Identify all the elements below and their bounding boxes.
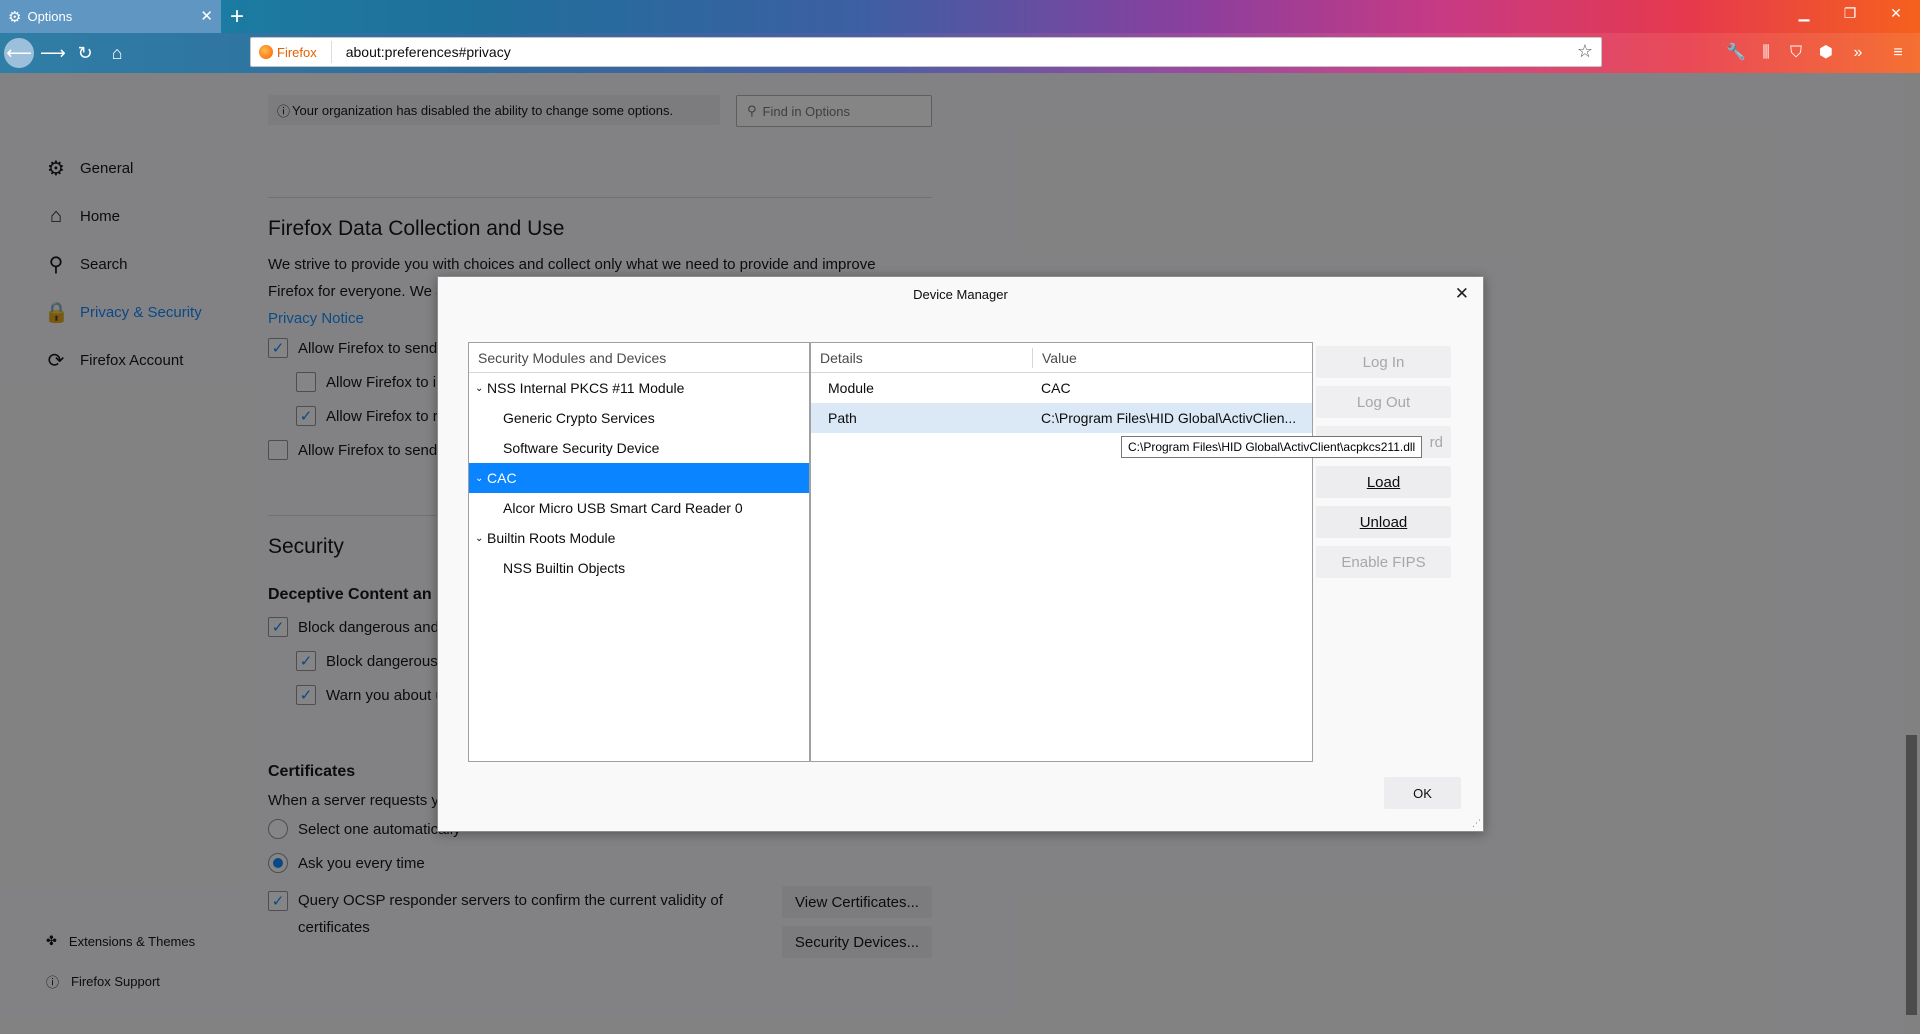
detail-name: Module bbox=[828, 380, 874, 396]
tree-row-builtin-roots[interactable]: ⌄ Builtin Roots Module bbox=[469, 523, 809, 553]
navigation-toolbar: ⟵ ⟶ ↻ ⌂ Firefox about:preferences#privac… bbox=[0, 33, 1920, 73]
button-label: rd bbox=[1429, 433, 1443, 451]
identity-label: Firefox bbox=[277, 44, 317, 60]
log-in-button[interactable]: Log In bbox=[1316, 346, 1451, 378]
chevron-down-icon[interactable]: ⌄ bbox=[475, 533, 487, 544]
tree-row-nss-builtin-objects[interactable]: NSS Builtin Objects bbox=[469, 553, 809, 583]
details-header[interactable]: Details bbox=[811, 347, 1033, 368]
log-out-button[interactable]: Log Out bbox=[1316, 386, 1451, 418]
menu-icon[interactable]: ≡ bbox=[1886, 41, 1910, 65]
button-label: Unload bbox=[1359, 513, 1408, 531]
button-label: Log Out bbox=[1356, 393, 1411, 411]
tree-row-label: Alcor Micro USB Smart Card Reader 0 bbox=[503, 500, 743, 516]
tree-row-generic-crypto[interactable]: Generic Crypto Services bbox=[469, 403, 809, 433]
chevron-down-icon[interactable]: ⌄ bbox=[475, 473, 487, 484]
ublock-icon[interactable]: ⬢ bbox=[1814, 41, 1838, 65]
forward-button[interactable]: ⟶ bbox=[40, 41, 66, 65]
unload-button[interactable]: Unload bbox=[1316, 506, 1451, 538]
tree-row-cac[interactable]: ⌄ CAC bbox=[469, 463, 809, 493]
tree-row-software-security[interactable]: Software Security Device bbox=[469, 433, 809, 463]
tree-row-label: Builtin Roots Module bbox=[487, 530, 616, 546]
tree-column-header[interactable]: Security Modules and Devices bbox=[469, 343, 809, 373]
detail-row-path[interactable]: Path C:\Program Files\HID Global\ActivCl… bbox=[811, 403, 1312, 433]
detail-row-module[interactable]: Module CAC bbox=[811, 373, 1312, 403]
gear-icon: ⚙ bbox=[8, 8, 22, 26]
reload-button[interactable]: ↻ bbox=[73, 41, 97, 65]
resize-grip-icon[interactable]: ⋰ bbox=[1472, 818, 1481, 829]
load-button[interactable]: Load bbox=[1316, 466, 1451, 498]
tab-title: Options bbox=[27, 9, 73, 24]
tab-strip: ⚙ Options ✕ + ▁ ❐ ✕ bbox=[0, 0, 1920, 33]
minimize-icon[interactable]: ▁ bbox=[1794, 5, 1814, 25]
wrench-icon[interactable]: 🔧 bbox=[1724, 41, 1748, 65]
tree-row-label: Software Security Device bbox=[503, 440, 660, 456]
firefox-logo-icon bbox=[259, 45, 273, 59]
details-table[interactable]: Details Value Module CAC Path C:\Program… bbox=[810, 342, 1313, 762]
bookmark-star-icon[interactable]: ☆ bbox=[1577, 41, 1593, 62]
button-label: Load bbox=[1366, 473, 1401, 491]
button-label: Enable FIPS bbox=[1341, 553, 1426, 571]
close-tab-icon[interactable]: ✕ bbox=[200, 7, 213, 25]
library-icon[interactable]: ⫼ bbox=[1754, 41, 1778, 65]
chevron-down-icon[interactable]: ⌄ bbox=[475, 383, 487, 394]
tree-header-label: Security Modules and Devices bbox=[478, 349, 667, 366]
value-header[interactable]: Value bbox=[1033, 350, 1077, 366]
url-text[interactable]: about:preferences#privacy bbox=[332, 44, 511, 60]
tree-row-label: NSS Internal PKCS #11 Module bbox=[487, 380, 685, 396]
dialog-title: Device Manager bbox=[913, 287, 1008, 302]
identity-box[interactable]: Firefox bbox=[251, 41, 332, 63]
path-tooltip: C:\Program Files\HID Global\ActivClient\… bbox=[1121, 436, 1423, 458]
device-manager-dialog: Device Manager ✕ Security Modules and De… bbox=[437, 276, 1484, 832]
url-bar[interactable]: Firefox about:preferences#privacy ☆ bbox=[250, 37, 1602, 67]
new-tab-button[interactable]: + bbox=[230, 3, 244, 31]
close-window-icon[interactable]: ✕ bbox=[1886, 5, 1906, 25]
shield-icon[interactable]: ⛉ bbox=[1784, 41, 1808, 65]
tab-options[interactable]: ⚙ Options ✕ bbox=[0, 0, 221, 33]
tree-row-alcor-reader[interactable]: Alcor Micro USB Smart Card Reader 0 bbox=[469, 493, 809, 523]
detail-value: C:\Program Files\HID Global\ActivClien..… bbox=[1041, 410, 1297, 426]
enable-fips-button[interactable]: Enable FIPS bbox=[1316, 546, 1451, 578]
close-icon[interactable]: ✕ bbox=[1455, 284, 1469, 304]
tree-row-nss-internal[interactable]: ⌄ NSS Internal PKCS #11 Module bbox=[469, 373, 809, 403]
button-label: OK bbox=[1413, 785, 1432, 801]
overflow-chevron-icon[interactable]: » bbox=[1846, 41, 1870, 65]
security-modules-tree[interactable]: Security Modules and Devices ⌄ NSS Inter… bbox=[468, 342, 810, 762]
tree-row-label: NSS Builtin Objects bbox=[503, 560, 626, 576]
home-button[interactable]: ⌂ bbox=[105, 41, 129, 65]
ok-button[interactable]: OK bbox=[1384, 777, 1461, 809]
button-label: Log In bbox=[1362, 353, 1405, 371]
tree-row-label: CAC bbox=[487, 470, 517, 486]
detail-name: Path bbox=[828, 410, 857, 426]
tree-row-label: Generic Crypto Services bbox=[503, 410, 655, 426]
back-button[interactable]: ⟵ bbox=[4, 38, 34, 68]
detail-value: CAC bbox=[1041, 380, 1071, 396]
restore-icon[interactable]: ❐ bbox=[1840, 5, 1860, 25]
details-column-headers: Details Value bbox=[811, 343, 1312, 373]
